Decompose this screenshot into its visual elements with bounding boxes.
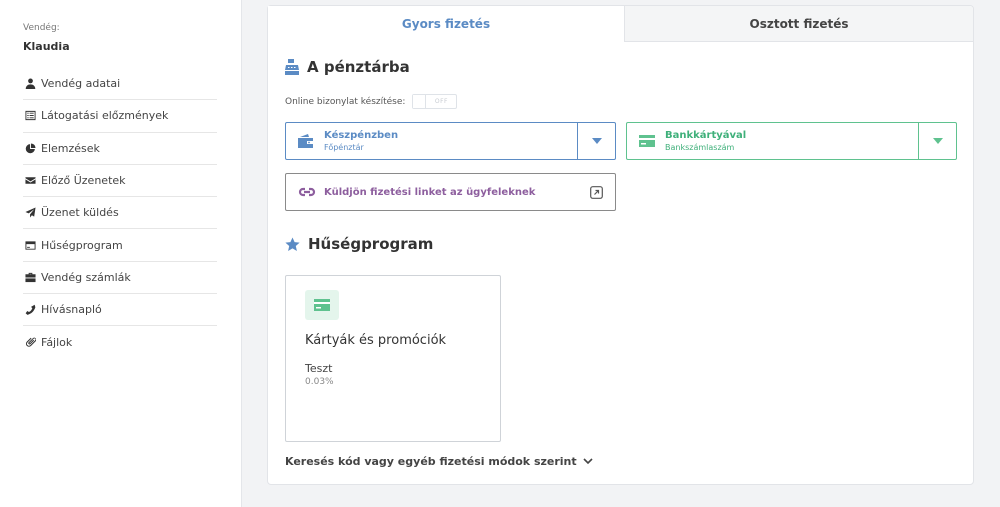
card-dropdown-toggle[interactable] (918, 123, 956, 159)
sidebar-item-analytics[interactable]: Elemzések (23, 133, 217, 165)
cash-payment-button[interactable]: Készpénzben Főpénztár (285, 122, 616, 160)
envelope-icon (23, 175, 37, 187)
card-payment-main[interactable]: Bankkártyával Bankszámlaszám (627, 123, 918, 159)
online-receipt-row: Online bizonylat készítése: OFF (285, 94, 458, 109)
user-icon (23, 78, 37, 90)
credit-card-icon (23, 239, 37, 251)
sidebar-item-label: Vendég adatai (41, 77, 121, 91)
cash-payment-main[interactable]: Készpénzben Főpénztár (286, 123, 577, 159)
guest-label: Vendég: (23, 23, 60, 33)
tab-quick-payment[interactable]: Gyors fizetés (268, 6, 624, 42)
payment-link-button[interactable]: Küldjön fizetési linket az ügyfeleknek (285, 173, 616, 211)
card-payment-title: Bankkártyával (665, 129, 747, 141)
cards-and-promotions-card[interactable]: Kártyák és promóciók Teszt 0.03% (285, 275, 501, 442)
star-icon (285, 237, 300, 251)
cash-payment-title: Készpénzben (324, 129, 399, 141)
paperclip-icon (23, 337, 37, 349)
sidebar-item-call-log[interactable]: Hívásnapló (23, 294, 217, 327)
list-icon (23, 110, 37, 122)
sidebar-item-label: Üzenet küldés (41, 206, 119, 220)
toggle-state: OFF (434, 98, 448, 105)
toggle-knob (413, 95, 427, 108)
online-receipt-toggle[interactable]: OFF (412, 94, 458, 109)
sidebar-nav: Vendég adatai Látogatási előzmények Elem… (23, 68, 217, 359)
external-link-icon (590, 185, 603, 199)
guest-name: Klaudia (23, 40, 70, 53)
sidebar-item-label: Hívásnapló (41, 303, 102, 317)
briefcase-icon (23, 271, 37, 283)
payment-tabs: Gyors fizetés Osztott fizetés (268, 6, 973, 42)
payment-panel: Gyors fizetés Osztott fizetés A pénztárb… (267, 5, 974, 485)
paper-plane-icon (23, 207, 37, 219)
promo-program-name: Teszt (305, 362, 333, 375)
search-other-methods-toggle[interactable]: Keresés kód vagy egyéb fizetési módok sz… (285, 455, 593, 468)
sidebar-item-label: Látogatási előzmények (41, 109, 169, 123)
sidebar-item-guest-data[interactable]: Vendég adatai (23, 68, 217, 101)
promo-card-title: Kártyák és promóciók (305, 333, 447, 348)
sidebar-item-loyalty[interactable]: Hűségprogram (23, 229, 217, 262)
card-payment-subtitle: Bankszámlaszám (665, 142, 735, 152)
sidebar-item-previous-messages[interactable]: Előző Üzenetek (23, 165, 217, 198)
sidebar-item-label: Elemzések (41, 141, 100, 155)
caret-down-icon (591, 138, 602, 144)
caret-down-icon (932, 138, 943, 144)
credit-card-icon (305, 290, 339, 320)
sidebar-item-label: Vendég számlák (41, 270, 131, 284)
chevron-down-icon (583, 458, 593, 465)
sidebar-item-visit-history[interactable]: Látogatási előzmények (23, 100, 217, 133)
sidebar-item-guest-invoices[interactable]: Vendég számlák (23, 262, 217, 295)
phone-icon (23, 304, 37, 316)
tab-split-payment[interactable]: Osztott fizetés (624, 6, 973, 42)
credit-card-icon (639, 135, 655, 147)
payment-link-label: Küldjön fizetési linket az ügyfeleknek (324, 186, 536, 198)
cash-dropdown-toggle[interactable] (577, 123, 615, 159)
sidebar-item-label: Hűségprogram (41, 238, 123, 252)
search-other-methods-label: Keresés kód vagy egyéb fizetési módok sz… (285, 455, 577, 468)
card-payment-button[interactable]: Bankkártyával Bankszámlaszám (626, 122, 957, 160)
cash-register-icon (285, 59, 299, 75)
sidebar-item-label: Előző Üzenetek (41, 174, 126, 188)
link-icon (298, 187, 316, 197)
sidebar-item-send-message[interactable]: Üzenet küldés (23, 197, 217, 230)
sidebar-item-label: Fájlok (41, 336, 73, 350)
sidebar: Vendég: Klaudia Vendég adatai Látogatási… (0, 0, 242, 507)
loyalty-title: Hűségprogram (308, 235, 434, 253)
promo-program-value: 0.03% (305, 377, 334, 387)
online-receipt-label: Online bizonylat készítése: (285, 96, 406, 107)
loyalty-heading: Hűségprogram (285, 235, 433, 253)
checkout-heading: A pénztárba (285, 58, 410, 76)
sidebar-item-files[interactable]: Fájlok (23, 326, 217, 358)
pie-chart-icon (23, 142, 37, 154)
checkout-title: A pénztárba (307, 58, 410, 76)
wallet-icon (298, 134, 313, 148)
cash-payment-subtitle: Főpénztár (324, 142, 364, 152)
